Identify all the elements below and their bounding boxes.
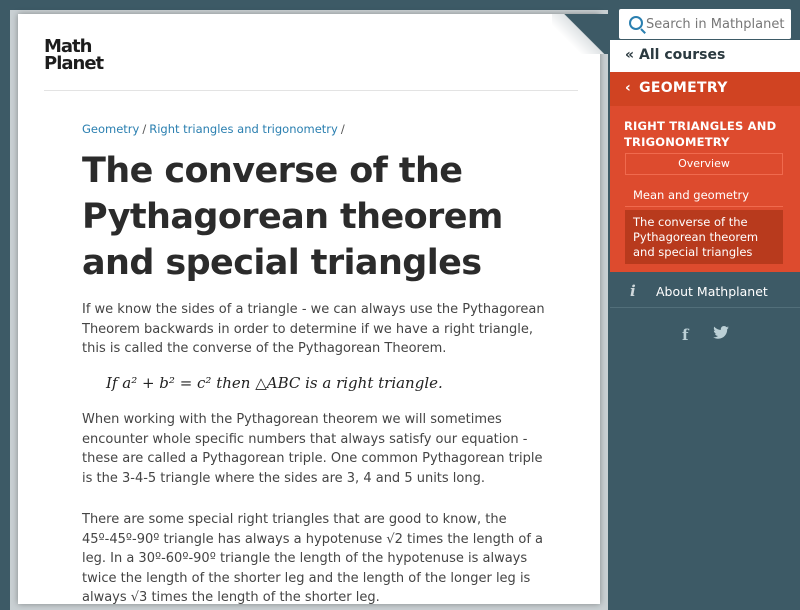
about-label: About Mathplanet <box>656 284 768 299</box>
page-title: The converse of the Pythagorean theorem … <box>82 151 503 283</box>
formula-converse: If a² + b² = c² then △ABC is a right tri… <box>106 374 443 392</box>
page-curl-decoration <box>552 14 608 54</box>
paragraph-pythagorean-triple: When working with the Pythagorean theore… <box>82 412 543 486</box>
all-courses-label: All courses <box>639 47 726 63</box>
logo-text-planet: Planet <box>44 53 104 74</box>
breadcrumb: Geometry / Right triangles and trigonometr… <box>82 122 348 136</box>
search-icon[interactable] <box>629 16 643 30</box>
breadcrumb-right-triangles[interactable]: Right triangles and trigonometry <box>149 122 338 136</box>
double-chevron-left-icon: « <box>625 47 635 63</box>
info-icon: i <box>630 282 636 300</box>
course-label: GEOMETRY <box>639 80 728 96</box>
mathplanet-logo[interactable]: Math Planet <box>44 38 124 78</box>
breadcrumb-separator: / <box>142 122 147 136</box>
all-courses-link[interactable]: «All courses <box>610 40 800 72</box>
breadcrumb-geometry[interactable]: Geometry <box>82 122 139 136</box>
header-divider <box>44 90 578 91</box>
section-heading[interactable]: RIGHT TRIANGLES AND TRIGONOMETRY <box>624 118 792 150</box>
paragraph-special-triangles: There are some special right triangles t… <box>82 512 543 605</box>
facebook-icon[interactable]: f <box>682 326 688 344</box>
search-box[interactable] <box>619 9 791 39</box>
sidebar-item-mean-and-geometry[interactable]: Mean and geometry <box>625 183 783 207</box>
chevron-left-icon: ‹ <box>625 80 632 96</box>
twitter-icon[interactable] <box>713 326 729 339</box>
sidebar-item-converse-pythagorean[interactable]: The converse of the Pythagorean theorem … <box>625 210 783 264</box>
paragraph-converse: If we know the sides of a triangle - we … <box>82 302 545 356</box>
about-mathplanet-link[interactable]: i About Mathplanet <box>610 272 800 308</box>
content-page: Math Planet Geometry / Right triangles and… <box>18 14 600 605</box>
search-input[interactable] <box>646 14 786 34</box>
breadcrumb-separator: / <box>340 122 345 136</box>
course-geometry-link[interactable]: ‹ GEOMETRY <box>610 72 800 106</box>
overview-link[interactable]: Overview <box>625 153 783 175</box>
